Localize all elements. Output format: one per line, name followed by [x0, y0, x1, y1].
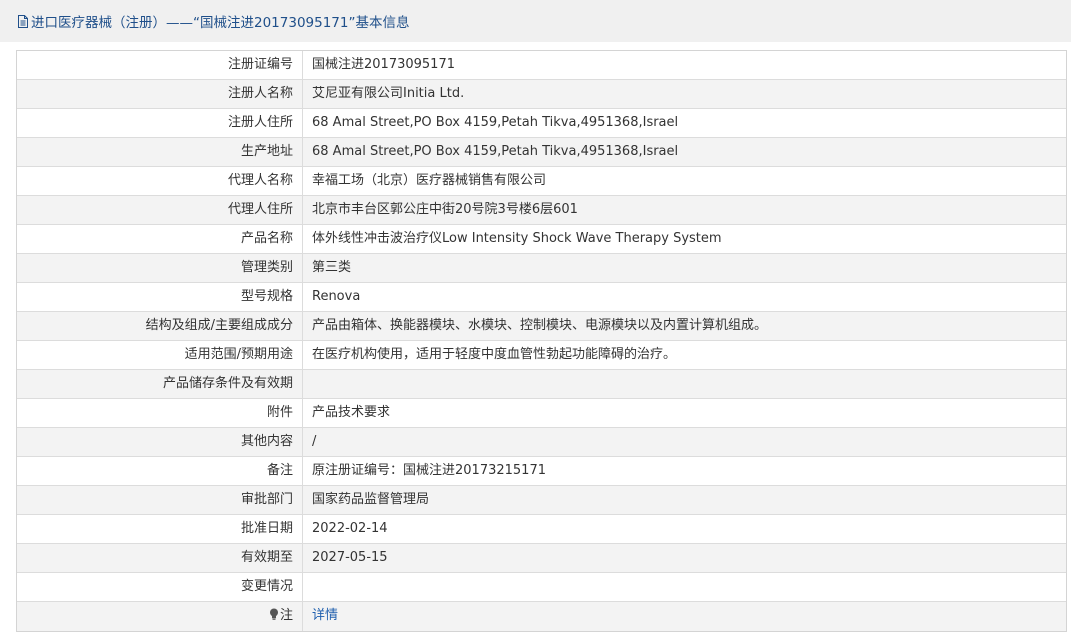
table-row: 产品储存条件及有效期 [17, 370, 1066, 399]
row-label: 审批部门 [17, 486, 303, 514]
note-label-cell: 注 [17, 602, 303, 631]
table-row: 生产地址 68 Amal Street,PO Box 4159,Petah Tik… [17, 138, 1066, 167]
row-label: 其他内容 [17, 428, 303, 456]
row-label: 附件 [17, 399, 303, 427]
row-value: 2027-05-15 [312, 550, 388, 565]
row-value: 2022-02-14 [312, 521, 388, 536]
row-label: 管理类别 [17, 254, 303, 282]
row-label: 注册人住所 [17, 109, 303, 137]
table-row: 代理人住所 北京市丰台区郭公庄中街20号院3号楼6层601 [17, 196, 1066, 225]
row-value: 68 Amal Street,PO Box 4159,Petah Tikva,4… [312, 144, 679, 159]
row-label: 产品名称 [17, 225, 303, 253]
table-row: 批准日期 2022-02-14 [17, 515, 1066, 544]
table-row: 审批部门 国家药品监督管理局 [17, 486, 1066, 515]
row-label: 变更情况 [17, 573, 303, 601]
row-label: 适用范围/预期用途 [17, 341, 303, 369]
row-label: 代理人名称 [17, 167, 303, 195]
row-label: 注册人名称 [17, 80, 303, 108]
table-row: 型号规格 Renova [17, 283, 1066, 312]
table-row: 注册人住所 68 Amal Street,PO Box 4159,Petah Ti… [17, 109, 1066, 138]
row-label: 注册证编号 [17, 51, 303, 79]
row-label: 备注 [17, 457, 303, 485]
table-row: 附件 产品技术要求 [17, 399, 1066, 428]
lightbulb-icon [269, 608, 278, 620]
row-label: 产品储存条件及有效期 [17, 370, 303, 398]
row-value: 68 Amal Street,PO Box 4159,Petah Tikva,4… [312, 115, 679, 130]
row-value: 原注册证编号：国械注进20173215171 [312, 463, 546, 478]
page-header: 进口医疗器械（注册）——“国械注进20173095171”基本信息 [0, 0, 1071, 42]
row-label: 结构及组成/主要组成成分 [17, 312, 303, 340]
document-icon [18, 14, 28, 28]
row-label: 批准日期 [17, 515, 303, 543]
note-value-cell: 详情 [303, 602, 1066, 631]
table-row: 有效期至 2027-05-15 [17, 544, 1066, 573]
row-value: 第三类 [312, 260, 352, 275]
row-value: 产品技术要求 [312, 405, 391, 420]
page-title: 进口医疗器械（注册）——“国械注进20173095171”基本信息 [31, 15, 410, 31]
table-row: 管理类别 第三类 [17, 254, 1066, 283]
table-row: 结构及组成/主要组成成分 产品由箱体、换能器模块、水模块、控制模块、电源模块以及内… [17, 312, 1066, 341]
row-label: 代理人住所 [17, 196, 303, 224]
table-row: 备注 原注册证编号：国械注进20173215171 [17, 457, 1066, 486]
row-value: / [312, 434, 317, 449]
row-label: 型号规格 [17, 283, 303, 311]
table-row: 产品名称 体外线性冲击波治疗仪Low Intensity Shock Wave T… [17, 225, 1066, 254]
table-row: 注册证编号 国械注进20173095171 [17, 51, 1066, 80]
table-row: 代理人名称 幸福工场（北京）医疗器械销售有限公司 [17, 167, 1066, 196]
row-value: 幸福工场（北京）医疗器械销售有限公司 [312, 173, 547, 188]
row-value: 国械注进20173095171 [312, 57, 455, 72]
table-row: 其他内容 / [17, 428, 1066, 457]
row-value [303, 573, 1066, 601]
info-table: 注册证编号 国械注进20173095171 注册人名称 艾尼亚有限公司Initia L… [16, 50, 1067, 632]
row-value: 体外线性冲击波治疗仪Low Intensity Shock Wave Thera… [312, 231, 722, 246]
table-row: 变更情况 [17, 573, 1066, 602]
row-value: Renova [312, 289, 361, 304]
row-value [303, 370, 1066, 398]
row-label: 生产地址 [17, 138, 303, 166]
row-value: 北京市丰台区郭公庄中街20号院3号楼6层601 [312, 202, 578, 217]
details-link[interactable]: 详情 [312, 608, 338, 623]
note-label: 注 [279, 608, 293, 623]
row-value: 艾尼亚有限公司Initia Ltd. [312, 86, 465, 101]
table-row: 注册人名称 艾尼亚有限公司Initia Ltd. [17, 80, 1066, 109]
row-value: 产品由箱体、换能器模块、水模块、控制模块、电源模块以及内置计算机组成。 [312, 318, 768, 333]
row-value: 国家药品监督管理局 [312, 492, 430, 507]
row-label: 有效期至 [17, 544, 303, 572]
row-value: 在医疗机构使用，适用于轻度中度血管性勃起功能障碍的治疗。 [312, 347, 677, 362]
table-row-note: 注 详情 [17, 602, 1066, 631]
table-row: 适用范围/预期用途 在医疗机构使用，适用于轻度中度血管性勃起功能障碍的治疗。 [17, 341, 1066, 370]
